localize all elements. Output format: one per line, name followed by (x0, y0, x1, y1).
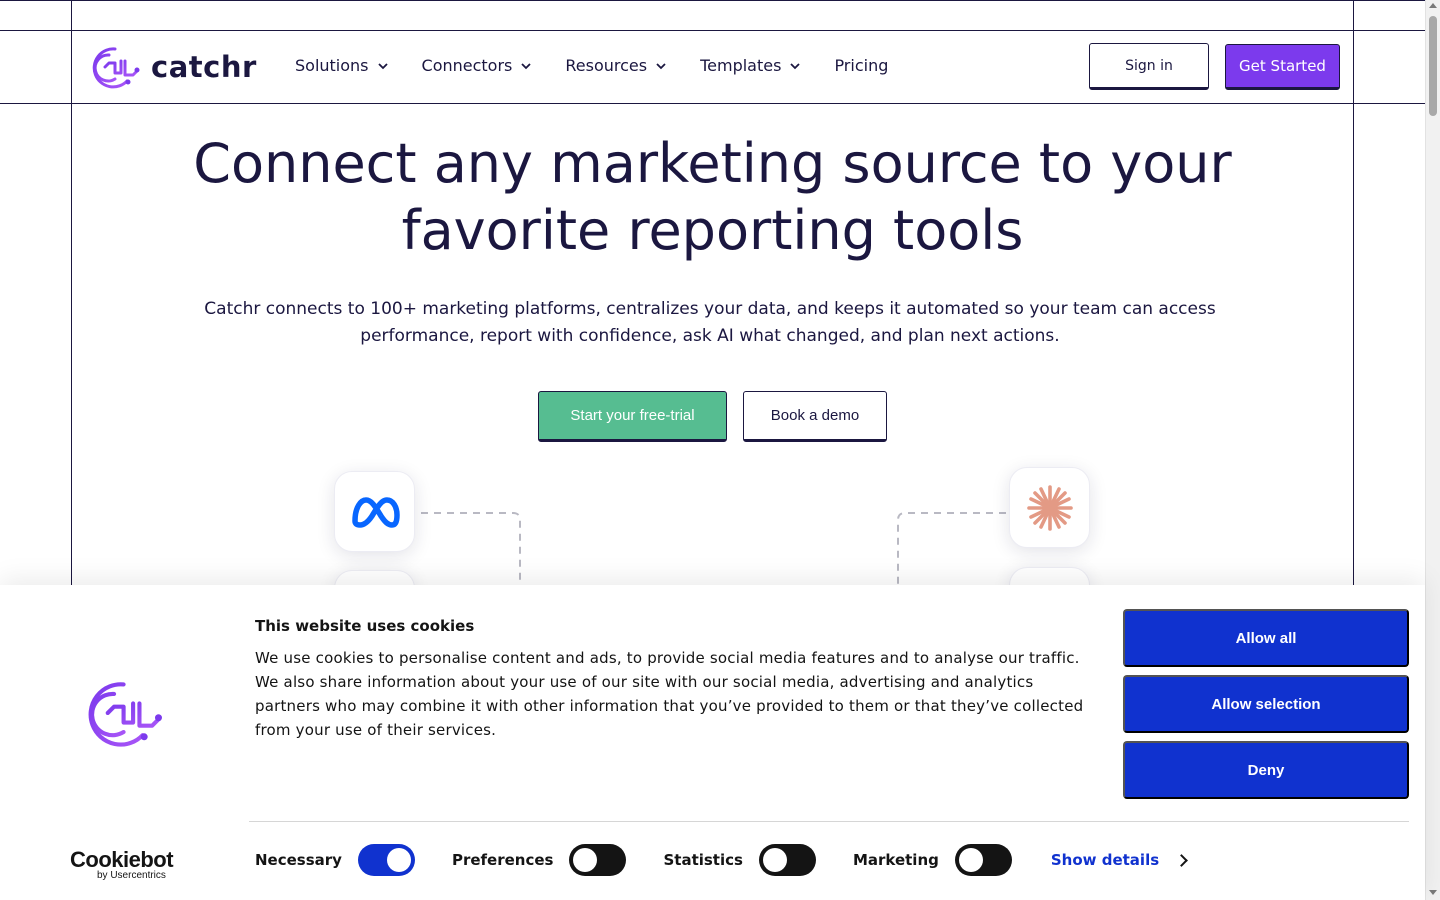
cookie-banner: Cookiebot by Usercentrics This website u… (0, 585, 1425, 900)
nav-item-label: Connectors (421, 56, 513, 75)
catchr-logo-icon (92, 47, 140, 89)
toggle-label-necessary: Necessary (255, 851, 342, 869)
cookie-banner-divider (249, 821, 1409, 822)
nav-item-label: Solutions (295, 56, 369, 75)
cookiebot-brand-sub: by Usercentrics (97, 870, 166, 881)
catchr-cookie-logo-icon (88, 682, 162, 747)
connector-line-right (897, 512, 1006, 590)
main-nav: Solutions Connectors Resources Templates… (295, 56, 922, 75)
sign-in-button[interactable]: Sign in (1089, 43, 1209, 90)
preferences-toggle[interactable] (569, 844, 627, 876)
nav-item-templates[interactable]: Templates (700, 56, 801, 75)
toggle-knob (958, 848, 983, 872)
toggle-label-preferences: Preferences (451, 851, 554, 869)
get-started-button[interactable]: Get Started (1225, 44, 1340, 90)
statistics-toggle[interactable] (758, 844, 816, 876)
hero-title-line-1: Connect any marketing source to your (193, 132, 1232, 195)
nav-item-label: Pricing (834, 56, 889, 75)
chevron-down-icon (377, 62, 388, 69)
scroll-down-arrow-icon[interactable] (1429, 890, 1437, 895)
cookiebot-brand[interactable]: Cookiebot by Usercentrics (70, 847, 174, 881)
cookie-banner-text: We use cookies to personalise content an… (255, 649, 1084, 739)
frame-line-top (0, 0, 1425, 1)
necessary-toggle[interactable] (357, 844, 415, 876)
book-demo-button[interactable]: Book a demo (743, 391, 887, 442)
nav-item-resources[interactable]: Resources (565, 56, 666, 75)
toggle-knob (386, 848, 411, 872)
hero-subtitle: Catchr connects to 100+ marketing platfo… (204, 299, 1216, 346)
nav-item-label: Templates (700, 56, 782, 75)
catchr-logo[interactable]: catchr (85, 45, 257, 89)
cookie-consent-toggles: Necessary Preferences Statistics Marketi… (255, 844, 1189, 876)
toggle-label-statistics: Statistics (663, 851, 743, 869)
start-free-trial-button[interactable]: Start your free-trial (538, 391, 727, 442)
page-scrollbar[interactable] (1425, 0, 1440, 900)
toggle-label-marketing: Marketing (852, 851, 939, 869)
hero-title: Connect any marketing source to your fav… (72, 130, 1353, 264)
chevron-down-icon (790, 62, 801, 69)
scrollbar-thumb[interactable] (1429, 16, 1437, 116)
chevron-right-icon (1175, 853, 1189, 867)
show-details-link[interactable]: Show details (1050, 851, 1189, 869)
allow-selection-button[interactable]: Allow selection (1123, 675, 1409, 733)
frame-line-left (71, 0, 72, 585)
claude-source-card (1009, 467, 1090, 548)
nav-item-pricing[interactable]: Pricing (834, 56, 888, 75)
meta-icon (351, 496, 400, 528)
deny-button[interactable]: Deny (1123, 741, 1409, 799)
connector-line-left (421, 512, 521, 590)
chevron-down-icon (521, 62, 532, 69)
scroll-up-arrow-icon[interactable] (1429, 3, 1437, 8)
chevron-down-icon (656, 62, 666, 69)
frame-line-right (1353, 0, 1354, 585)
marketing-toggle[interactable] (954, 844, 1012, 876)
nav-item-solutions[interactable]: Solutions (295, 56, 388, 75)
logo-text: catchr (151, 50, 257, 84)
show-details-label: Show details (1050, 851, 1160, 869)
header-bottom-border (0, 103, 1425, 104)
header-top-border (0, 30, 1425, 31)
meta-source-card (334, 471, 415, 552)
allow-all-button[interactable]: Allow all (1123, 609, 1409, 667)
cookie-banner-title: This website uses cookies (255, 617, 475, 635)
toggle-knob (573, 848, 598, 872)
nav-item-connectors[interactable]: Connectors (422, 56, 532, 75)
hero-title-line-2: favorite reporting tools (401, 199, 1024, 262)
toggle-knob (762, 848, 787, 872)
nav-item-label: Resources (565, 56, 648, 75)
claude-icon (1026, 484, 1073, 531)
